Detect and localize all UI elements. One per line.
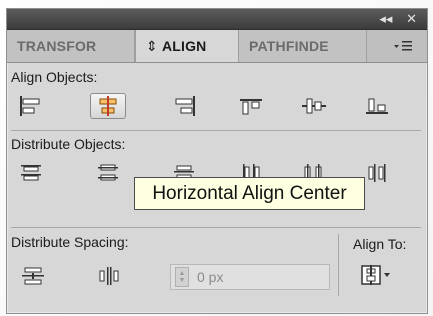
align-to-selection-icon [361, 265, 390, 285]
vertical-align-bottom-icon [366, 98, 388, 114]
vertical-align-top-button[interactable] [233, 93, 269, 119]
vertical-distribute-top-icon [21, 165, 41, 181]
vertical-distribute-center-button[interactable] [90, 160, 126, 186]
vertical-distribute-space-icon [22, 267, 44, 285]
panel-menu-button[interactable] [387, 36, 419, 56]
distribute-spacing-label: Distribute Spacing: [11, 234, 129, 250]
section-divider [11, 227, 421, 228]
align-to-dropdown[interactable] [357, 261, 395, 291]
horizontal-align-left-button[interactable] [13, 93, 49, 119]
vertical-align-top-icon [240, 99, 262, 115]
horizontal-distribute-space-icon [99, 267, 119, 285]
vertical-distribute-center-icon [98, 164, 118, 181]
panel-tabs: TRANSFOR ⇕ ALIGN PATHFINDE [7, 30, 427, 63]
menu-icon [394, 41, 412, 51]
spacing-stepper[interactable]: ▲ ▼ [175, 267, 189, 287]
align-objects-label: Align Objects: [11, 69, 98, 85]
align-panel: ◂◂ ✕ TRANSFOR ⇕ ALIGN PATHFINDE Align Ob… [6, 8, 428, 314]
tab-align[interactable]: ⇕ ALIGN [135, 30, 239, 62]
tab-align-arrows-icon: ⇕ [146, 37, 158, 54]
horizontal-align-right-icon [175, 96, 195, 116]
tab-label: ALIGN [161, 38, 207, 54]
horizontal-align-center-icon [99, 96, 117, 116]
section-divider [11, 130, 421, 131]
screenshot-frame: ◂◂ ✕ TRANSFOR ⇕ ALIGN PATHFINDE Align Ob… [0, 0, 433, 316]
tab-label: TRANSFOR [17, 38, 97, 54]
vertical-align-center-icon [302, 98, 326, 114]
window-controls: ◂◂ ✕ [369, 11, 417, 27]
horizontal-distribute-right-icon [368, 164, 386, 182]
stepper-up-icon[interactable]: ▲ [179, 270, 186, 277]
horizontal-align-right-button[interactable] [166, 93, 202, 119]
horizontal-align-left-icon [20, 96, 40, 116]
tab-transform[interactable]: TRANSFOR [7, 30, 135, 62]
panel-titlebar: ◂◂ ✕ [7, 9, 427, 30]
vertical-align-center-button[interactable] [296, 93, 332, 119]
tab-label: PATHFINDE [249, 38, 329, 54]
vertical-align-bottom-button[interactable] [359, 93, 395, 119]
vertical-distribute-top-button[interactable] [13, 160, 49, 186]
stepper-down-icon[interactable]: ▼ [179, 277, 186, 284]
collapse-icon[interactable]: ◂◂ [379, 11, 392, 27]
close-icon[interactable]: ✕ [406, 11, 417, 27]
spacing-value: 0 px [197, 269, 224, 285]
section-divider-vertical [338, 234, 339, 296]
tab-pathfinder[interactable]: PATHFINDE [239, 30, 367, 62]
spacing-input[interactable]: ▲ ▼ 0 px [170, 264, 330, 290]
distribute-objects-label: Distribute Objects: [11, 136, 126, 152]
horizontal-align-center-button[interactable] [90, 93, 126, 119]
tooltip: Horizontal Align Center [134, 177, 365, 210]
align-to-label: Align To: [353, 236, 407, 252]
vertical-distribute-space-button[interactable] [15, 263, 51, 289]
horizontal-distribute-space-button[interactable] [92, 263, 128, 289]
